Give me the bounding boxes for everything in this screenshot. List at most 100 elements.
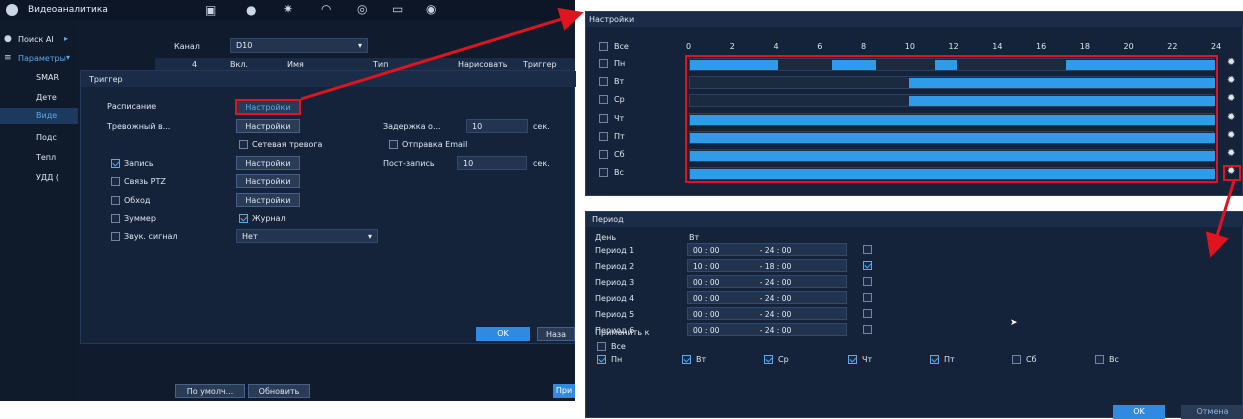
period-start: 00 : 00 [693, 326, 720, 335]
period-time-field[interactable]: 00 : 00 - 24 : 00 [687, 307, 847, 320]
journal-checkbox[interactable] [239, 214, 248, 223]
period-dash: - [757, 310, 765, 319]
record-label: Запись [124, 159, 154, 168]
sound-checkbox[interactable] [111, 232, 120, 241]
day-label: Сб [614, 150, 625, 159]
gauge-icon[interactable]: ◠ [321, 2, 331, 16]
net-alarm-checkbox[interactable] [239, 140, 248, 149]
gear-icon[interactable]: ✹ [1227, 75, 1235, 86]
period-checkbox[interactable] [863, 309, 872, 318]
tour-checkbox[interactable] [111, 196, 120, 205]
speaker-icon[interactable]: ◉ [426, 2, 436, 16]
tour-label: Обход [124, 196, 151, 205]
channel-select[interactable]: D10 ▾ [230, 38, 368, 53]
day-checkbox[interactable] [599, 59, 608, 68]
period-ok-button[interactable]: OK [1113, 405, 1165, 419]
sidebar-item-search-ai[interactable]: ● Поиск AI ▸ [0, 34, 78, 48]
period-label: Период 4 [595, 294, 635, 303]
sidebar-item-udd[interactable]: УДД ( [36, 173, 59, 182]
sidebar-item-thermal[interactable]: Тепл [36, 153, 56, 162]
period-checkbox[interactable] [863, 261, 872, 270]
sound-select[interactable]: Нет ▾ [236, 229, 378, 243]
period-time-field[interactable]: 10 : 00 - 18 : 00 [687, 259, 847, 272]
sidebar-item-detect[interactable]: Дете [36, 93, 57, 102]
period-time-field[interactable]: 00 : 00 - 24 : 00 [687, 323, 847, 336]
row-number: 4 [192, 60, 198, 69]
target-icon[interactable]: ◎ [357, 2, 367, 16]
period-checkbox[interactable] [863, 245, 872, 254]
trigger-back-button[interactable]: Наза [537, 327, 575, 341]
send-email-checkbox[interactable] [389, 140, 398, 149]
apply-day-label: Сб [1026, 355, 1037, 364]
apply-day-checkbox[interactable] [848, 355, 857, 364]
chevron-down-icon: ▾ [357, 41, 362, 50]
trigger-ok-button[interactable]: OK [476, 327, 530, 341]
schedule-settings-button[interactable]: Настройки [235, 99, 301, 115]
period-checkbox[interactable] [863, 325, 872, 334]
delay-unit: сек. [533, 122, 550, 131]
apply-day-label: Пт [944, 355, 955, 364]
day-checkbox[interactable] [599, 95, 608, 105]
apply-day-checkbox[interactable] [1012, 355, 1021, 364]
sidebar-item-video-active[interactable]: Виде [0, 108, 78, 124]
apply-day-checkbox[interactable] [682, 355, 691, 364]
shield-icon[interactable]: ● [246, 3, 256, 17]
period-checkbox[interactable] [863, 277, 872, 286]
apply-day-checkbox[interactable] [1095, 355, 1104, 364]
period-cancel-button[interactable]: Отмена [1181, 405, 1243, 419]
gear-icon[interactable]: ✹ [1227, 112, 1235, 123]
record-checkbox[interactable] [111, 159, 120, 168]
day-label: Чт [614, 113, 625, 123]
hour-label: 24 [1211, 42, 1222, 51]
alarm-icon[interactable]: ✷ [283, 2, 293, 16]
buzzer-checkbox[interactable] [111, 214, 120, 223]
post-record-input[interactable]: 10 [457, 156, 527, 170]
sidebar-label: Виде [36, 111, 58, 120]
ptz-settings-button[interactable]: Настройки [236, 174, 300, 188]
day-checkbox[interactable] [599, 150, 608, 159]
tour-settings-button[interactable]: Настройки [236, 193, 300, 207]
day-checkbox[interactable] [599, 113, 608, 123]
period-checkbox[interactable] [863, 293, 872, 302]
period-title: Период [592, 215, 624, 224]
apply-day-checkbox[interactable] [764, 355, 773, 364]
day-checkbox[interactable] [599, 77, 608, 87]
ptz-checkbox[interactable] [111, 177, 120, 186]
search-icon: ● [4, 34, 12, 44]
period-end: 24 : 00 [764, 278, 792, 287]
day-label: Вт [614, 77, 625, 87]
period-end: 24 : 00 [764, 294, 792, 303]
period-time-field[interactable]: 00 : 00 - 24 : 00 [687, 243, 847, 256]
delay-input[interactable]: 10 [466, 119, 528, 133]
day-checkbox[interactable] [599, 168, 608, 178]
sidebar-label: Поиск AI [18, 35, 54, 44]
gear-icon[interactable]: ✹ [1227, 57, 1235, 68]
sidebar-item-parameters[interactable]: ≡ Параметры ▾ [0, 53, 78, 67]
hour-label: 12 [948, 42, 959, 51]
image-icon[interactable]: ▣ [205, 3, 216, 17]
app-title: Видеоаналитика [28, 5, 108, 15]
gear-icon[interactable]: ✹ [1227, 93, 1235, 104]
default-button[interactable]: По умолч... [175, 384, 245, 398]
period-time-field[interactable]: 00 : 00 - 24 : 00 [687, 275, 847, 288]
period-label: Период 2 [595, 262, 635, 271]
alarm-settings-button[interactable]: Настройки [236, 119, 300, 133]
period-rows: Период 1 00 : 00 - 24 : 00 Период 2 10 : 00… [586, 243, 1243, 339]
sidebar-item-smart[interactable]: SMAR [36, 73, 59, 82]
gear-icon[interactable]: ✹ [1227, 148, 1235, 159]
trigger-dialog: Триггер [80, 70, 576, 344]
apply-day-checkbox[interactable] [930, 355, 939, 364]
monitor-icon[interactable]: ▭ [392, 2, 403, 16]
day-checkbox[interactable] [599, 131, 608, 141]
apply-day-checkbox[interactable] [597, 355, 606, 364]
apply-button[interactable]: При [553, 384, 575, 398]
period-time-field[interactable]: 00 : 00 - 24 : 00 [687, 291, 847, 304]
apply-all-checkbox[interactable] [597, 342, 606, 351]
col-enable: Вкл. [230, 60, 248, 69]
sidebar-item-sub[interactable]: Подс [36, 133, 57, 142]
gear-icon[interactable]: ✹ [1227, 130, 1235, 141]
period-dash: - [757, 294, 765, 303]
refresh-button[interactable]: Обновить [248, 384, 310, 398]
chevron-down-icon: ▾ [66, 53, 71, 62]
record-settings-button[interactable]: Настройки [236, 156, 300, 170]
